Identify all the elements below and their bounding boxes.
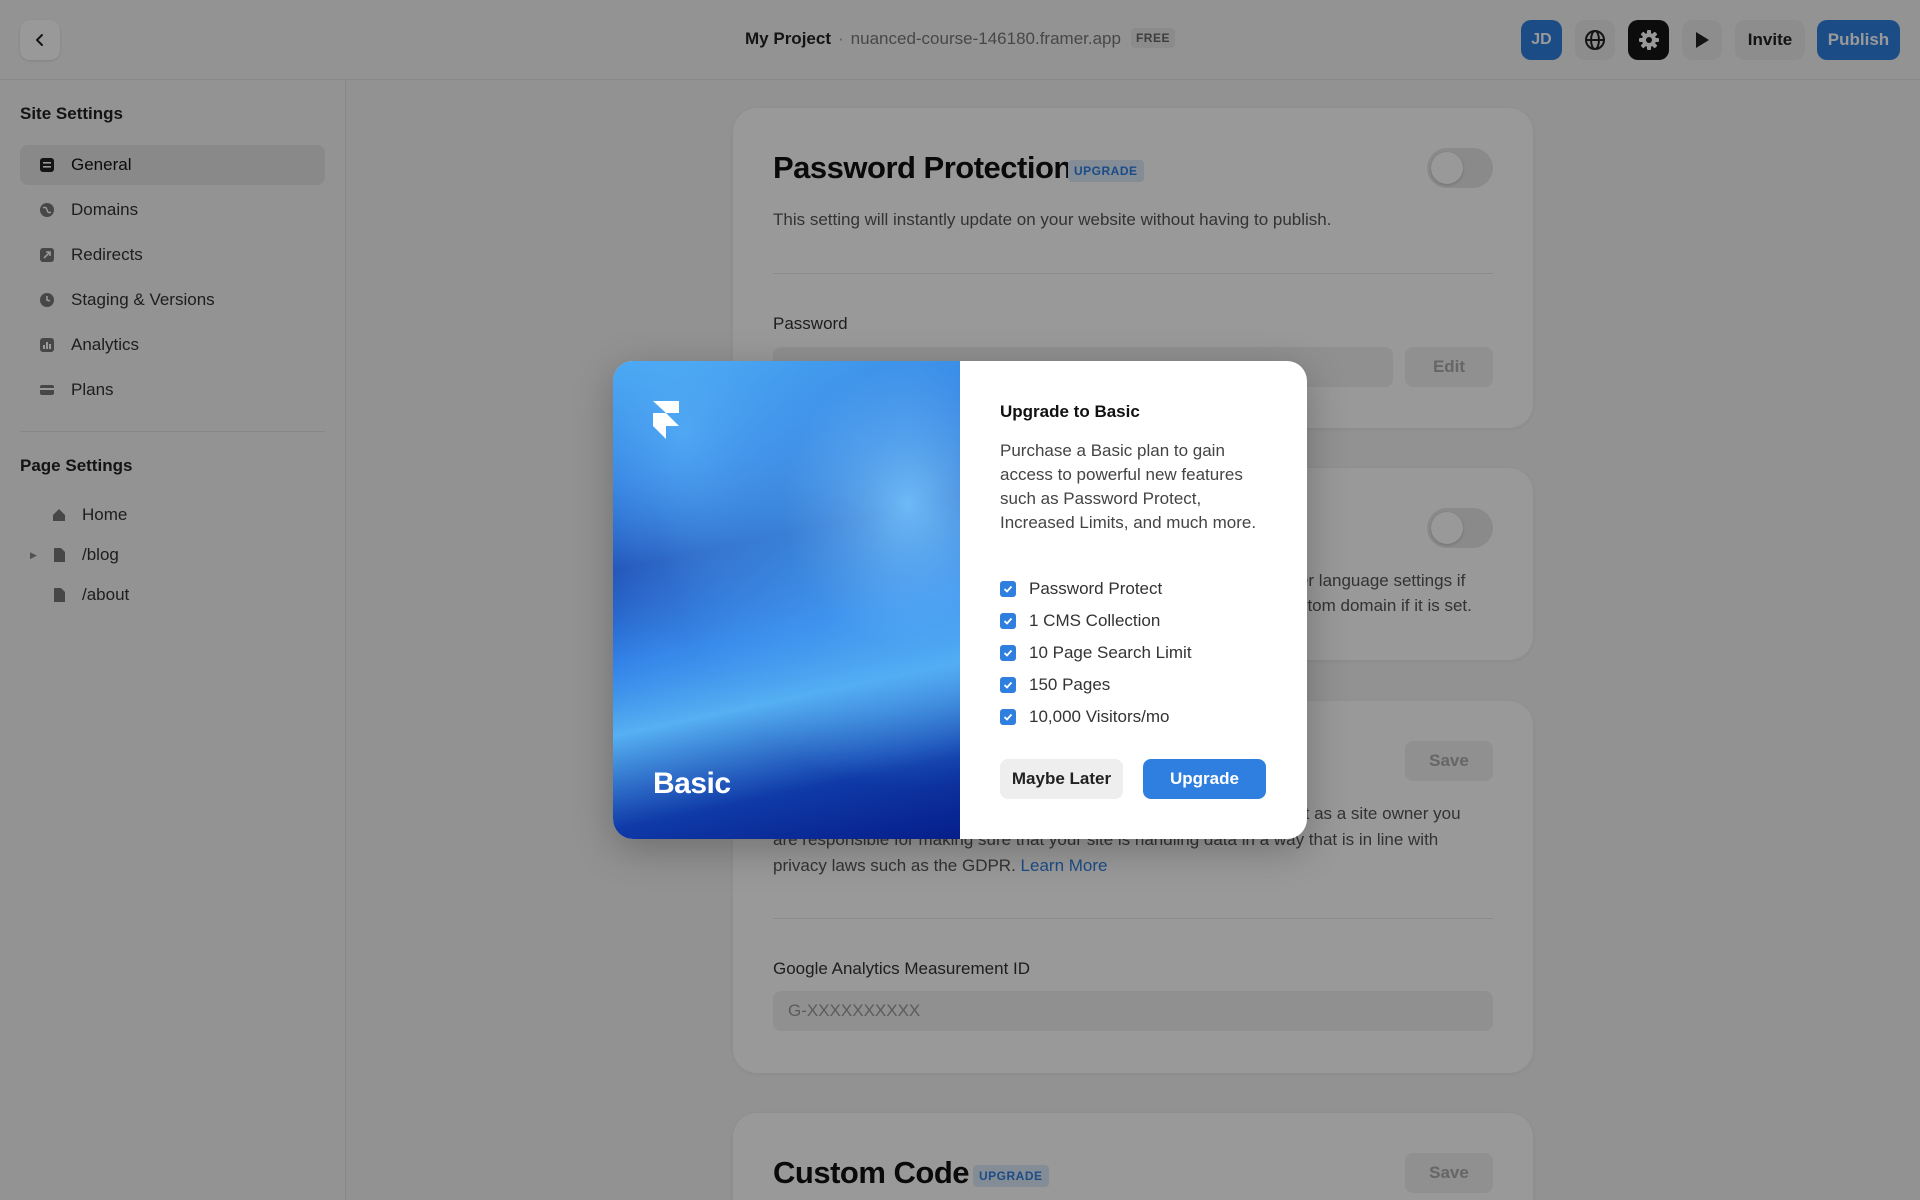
modal-body: Upgrade to Basic Purchase a Basic plan t… <box>960 361 1307 839</box>
feature-list: Password Protect 1 CMS Collection 10 Pag… <box>1000 573 1192 733</box>
plan-name: Basic <box>653 767 731 800</box>
upgrade-button[interactable]: Upgrade <box>1143 759 1266 799</box>
feature-item: 1 CMS Collection <box>1000 605 1192 637</box>
maybe-later-button[interactable]: Maybe Later <box>1000 759 1123 799</box>
feature-item: 150 Pages <box>1000 669 1192 701</box>
modal-title: Upgrade to Basic <box>1000 402 1140 421</box>
feature-item: 10,000 Visitors/mo <box>1000 701 1192 733</box>
checkbox-checked-icon <box>1000 581 1016 597</box>
plan-artwork: Basic <box>613 361 960 839</box>
checkbox-checked-icon <box>1000 709 1016 725</box>
upgrade-modal: Basic Upgrade to Basic Purchase a Basic … <box>613 361 1307 839</box>
checkbox-checked-icon <box>1000 645 1016 661</box>
checkbox-checked-icon <box>1000 677 1016 693</box>
feature-label: 150 Pages <box>1029 675 1111 694</box>
modal-description: Purchase a Basic plan to gain access to … <box>1000 441 1257 532</box>
feature-item: 10 Page Search Limit <box>1000 637 1192 669</box>
feature-label: Password Protect <box>1029 579 1163 598</box>
feature-label: 10 Page Search Limit <box>1029 643 1192 662</box>
feature-label: 10,000 Visitors/mo <box>1029 707 1170 726</box>
checkbox-checked-icon <box>1000 613 1016 629</box>
feature-item: Password Protect <box>1000 573 1192 605</box>
feature-label: 1 CMS Collection <box>1029 611 1161 630</box>
framer-logo-icon <box>653 401 679 439</box>
